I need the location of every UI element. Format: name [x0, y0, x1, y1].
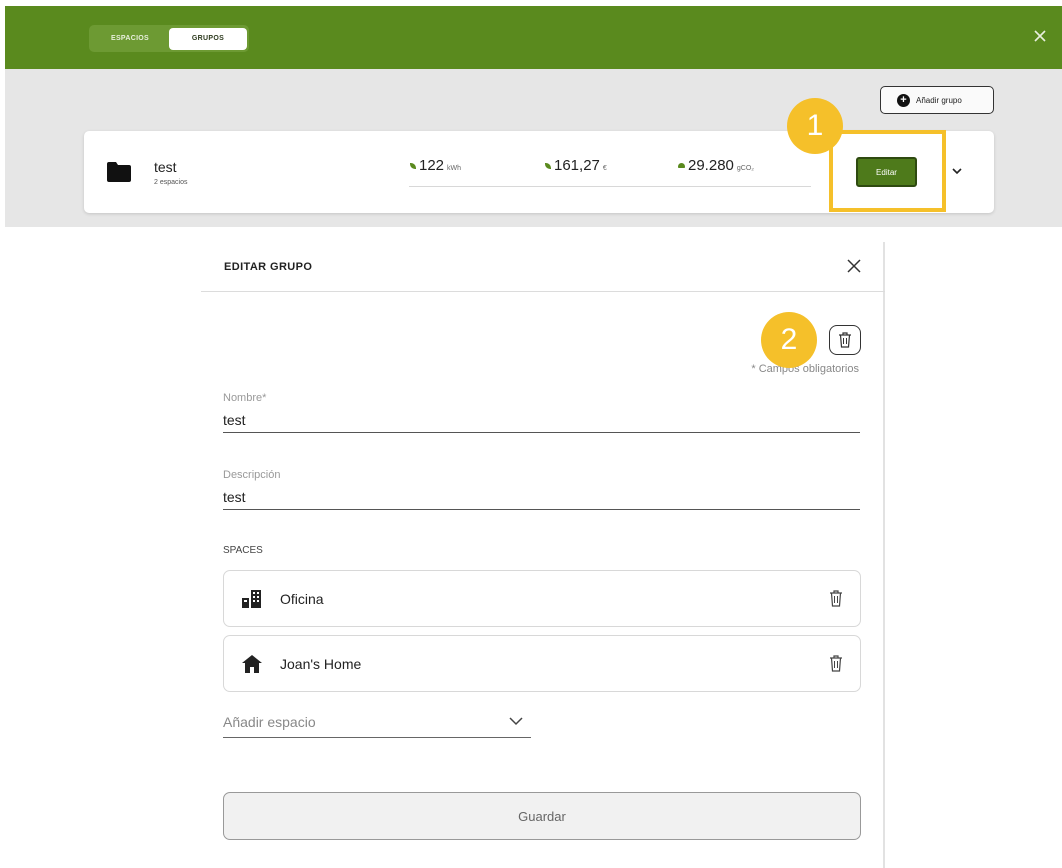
tab-grupos[interactable]: GRUPOS [169, 27, 247, 50]
delete-group-button[interactable] [829, 325, 861, 355]
save-button[interactable]: Guardar [223, 792, 861, 840]
folder-icon [107, 162, 131, 182]
space-name: Joan's Home [280, 656, 362, 672]
energy-leaf-icon [410, 162, 416, 169]
plus-circle-icon: + [897, 93, 910, 107]
energy-metric: 122 kWh [410, 157, 461, 174]
close-icon[interactable] [1030, 26, 1050, 46]
required-fields-note: * Campos obligatorios [751, 363, 859, 375]
group-space-count: 2 espacios [154, 179, 188, 186]
cost-leaf-icon [545, 162, 551, 169]
energy-value: 122 [419, 157, 445, 174]
chevron-down-icon [509, 717, 523, 726]
house-icon [242, 655, 262, 673]
building-icon [242, 590, 261, 608]
space-item-joans-home: Joan's Home [223, 635, 861, 692]
add-group-label: Añadir grupo [916, 95, 962, 105]
add-space-placeholder: Añadir espacio [223, 714, 316, 730]
co2-value: 29.280 [688, 157, 734, 174]
trash-icon[interactable] [829, 655, 843, 672]
description-field[interactable] [223, 489, 860, 510]
panel-title: EDITAR GRUPO [224, 261, 313, 273]
energy-unit: kWh [447, 165, 462, 172]
chevron-down-icon[interactable] [950, 164, 964, 178]
co2-unit: gCO₂ [736, 165, 755, 172]
name-label: Nombre* [223, 392, 267, 404]
edit-group-button[interactable]: Editar [856, 157, 917, 187]
group-name: test [154, 159, 177, 175]
panel-header: EDITAR GRUPO [201, 242, 885, 292]
step-badge-1: 1 [787, 98, 843, 154]
name-field[interactable] [223, 412, 860, 433]
trash-icon [839, 332, 851, 348]
space-name: Oficina [280, 591, 324, 607]
step-badge-2: 2 [761, 312, 817, 368]
spaces-label: SPACES [223, 545, 263, 556]
co2-metric: 29.280 gCO₂ [678, 157, 754, 174]
description-label: Descripción [223, 469, 281, 481]
add-space-select[interactable]: Añadir espacio [223, 706, 531, 738]
close-icon[interactable] [846, 258, 862, 274]
co2-cloud-icon [678, 163, 685, 168]
top-bar: ESPACIOS GRUPOS [5, 6, 1062, 69]
cost-value: 161,27 [554, 157, 600, 174]
page: ESPACIOS GRUPOS + Añadir grupo test 2 es… [0, 0, 1062, 868]
trash-icon[interactable] [829, 590, 843, 607]
metric-divider [409, 186, 811, 187]
cost-unit: € [602, 165, 607, 172]
view-toggle: ESPACIOS GRUPOS [89, 25, 249, 52]
tab-espacios[interactable]: ESPACIOS [91, 28, 169, 50]
space-item-oficina: Oficina [223, 570, 861, 627]
cost-metric: 161,27 € [545, 157, 607, 174]
add-group-button[interactable]: + Añadir grupo [880, 86, 994, 114]
